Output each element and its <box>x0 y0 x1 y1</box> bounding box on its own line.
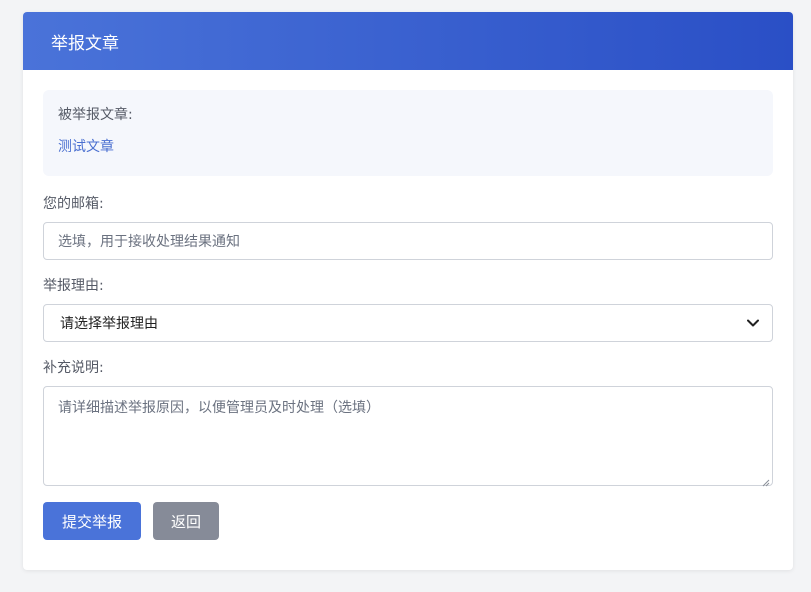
description-placeholder: 请详细描述举报原因，以便管理员及时处理（选填） <box>58 400 380 416</box>
reported-article-box: 被举报文章: 测试文章 <box>43 90 773 176</box>
description-label: 补充说明: <box>43 360 104 376</box>
resize-handle-icon[interactable] <box>762 475 770 487</box>
reported-article-link[interactable]: 测试文章 <box>58 137 114 157</box>
reason-label: 举报理由: <box>43 278 104 294</box>
reason-select[interactable]: 请选择举报理由 <box>43 304 773 342</box>
reason-selected-value: 请选择举报理由 <box>60 316 158 332</box>
card-header: 举报文章 <box>23 12 793 70</box>
back-button[interactable]: 返回 <box>153 502 219 540</box>
report-card: 举报文章 被举报文章: 测试文章 您的邮箱: 选填，用于接收处理结果通知 举报理… <box>23 12 793 570</box>
email-label: 您的邮箱: <box>43 196 104 212</box>
description-textarea[interactable]: 请详细描述举报原因，以便管理员及时处理（选填） <box>43 386 773 487</box>
form-actions: 提交举报 返回 <box>43 502 773 540</box>
email-placeholder: 选填，用于接收处理结果通知 <box>58 234 240 250</box>
email-field[interactable]: 选填，用于接收处理结果通知 <box>43 222 773 260</box>
card-body: 被举报文章: 测试文章 您的邮箱: 选填，用于接收处理结果通知 举报理由: 请选… <box>23 70 793 540</box>
page-title: 举报文章 <box>51 33 119 54</box>
chevron-down-icon <box>746 316 760 330</box>
submit-report-button[interactable]: 提交举报 <box>43 502 141 540</box>
reported-article-label: 被举报文章: <box>58 107 133 123</box>
